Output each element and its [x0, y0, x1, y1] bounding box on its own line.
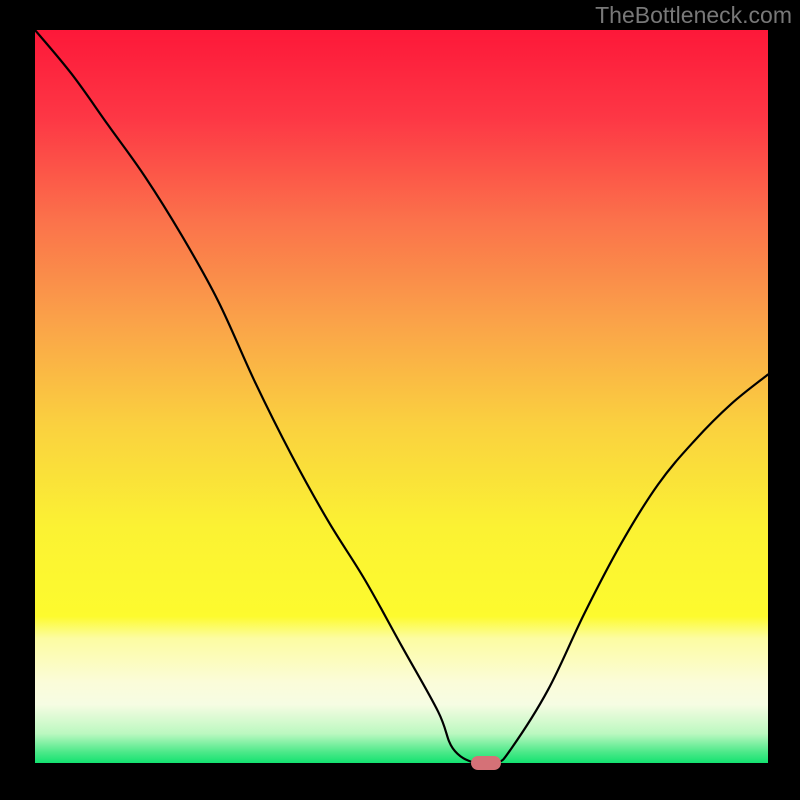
optimal-marker [471, 756, 501, 770]
gradient-background [35, 30, 768, 763]
chart-container: TheBottleneck.com [0, 0, 800, 800]
chart-svg [35, 30, 768, 763]
watermark-text: TheBottleneck.com [595, 2, 792, 29]
plot-area [35, 30, 768, 763]
